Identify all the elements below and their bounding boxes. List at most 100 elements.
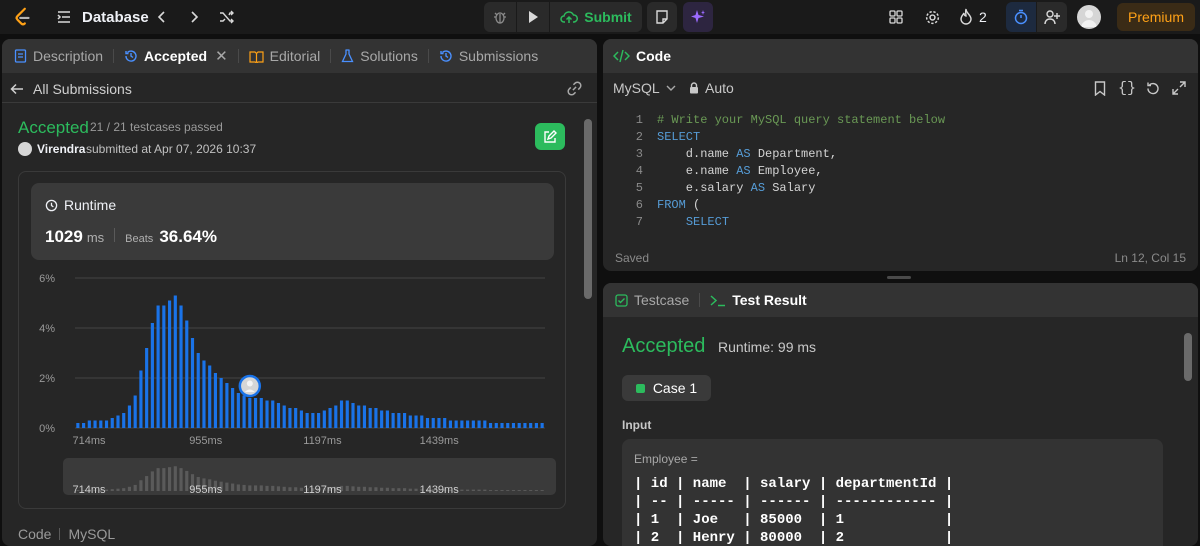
flask-icon	[341, 49, 354, 63]
submit-button[interactable]: Submit	[550, 2, 642, 32]
chart-bar	[122, 413, 126, 428]
case-1-button[interactable]: Case 1	[622, 375, 711, 401]
panel-resize-handle[interactable]	[887, 276, 911, 279]
range-tick-label: 714ms	[72, 484, 106, 495]
prev-problem-button[interactable]	[150, 2, 174, 32]
range-bar	[225, 482, 229, 491]
code-line[interactable]: 3 d.name AS Department,	[603, 146, 1198, 163]
chart-bar	[322, 410, 326, 428]
list-icon	[56, 9, 72, 25]
notes-button[interactable]	[647, 2, 677, 32]
chart-bar	[185, 320, 189, 428]
close-tab-icon[interactable]: ✕	[215, 47, 228, 65]
chart-bar	[374, 408, 378, 428]
bookmark-button[interactable]	[1094, 81, 1106, 101]
runtime-box[interactable]: Runtime 1029 ms Beats 36.64%	[31, 183, 554, 260]
chart-bar	[225, 383, 229, 428]
format-button[interactable]: {}	[1118, 80, 1136, 97]
tab-description[interactable]: Description	[2, 39, 113, 73]
edit-button[interactable]	[535, 123, 565, 150]
code-tabbar: Code	[603, 39, 1198, 73]
tab-label: Test Result	[732, 292, 807, 308]
table-name: Employee =	[634, 452, 698, 466]
reset-button[interactable]	[1145, 81, 1160, 101]
code-text: FROM (	[657, 198, 701, 212]
chevron-down-icon	[666, 85, 676, 91]
code-editor[interactable]: 1 # Write your MySQL query statement belo…	[603, 112, 1198, 237]
tab-solutions[interactable]: Solutions	[331, 39, 428, 73]
range-bar	[534, 490, 538, 491]
tab-submissions[interactable]: Submissions	[429, 39, 548, 73]
divider	[114, 228, 116, 242]
line-number: 2	[635, 130, 643, 144]
back-to-submissions[interactable]: All Submissions	[10, 79, 132, 99]
submitter-name[interactable]: Virendra	[37, 142, 85, 156]
chart-bar	[529, 423, 533, 428]
code-line[interactable]: 5 e.salary AS Salary	[603, 180, 1198, 197]
back-label: All Submissions	[33, 81, 132, 97]
ai-assistant-button[interactable]	[683, 2, 713, 32]
tab-accepted[interactable]: Accepted ✕	[114, 39, 238, 73]
copy-link-button[interactable]	[566, 80, 583, 102]
auto-mode[interactable]: Auto	[689, 80, 734, 96]
code-line[interactable]: 2 SELECT	[603, 129, 1198, 146]
shuffle-icon	[220, 10, 234, 24]
gear-icon	[925, 10, 939, 24]
random-problem-button[interactable]	[214, 2, 240, 32]
debug-button[interactable]	[484, 2, 516, 32]
runtime-range-slider[interactable]: 714ms 955ms 1197ms 1439ms	[19, 455, 567, 495]
chart-bar	[488, 423, 493, 428]
scrollbar[interactable]	[1184, 333, 1192, 381]
tab-testcase[interactable]: Testcase	[603, 283, 699, 317]
range-bar	[253, 485, 258, 491]
layout-button[interactable]	[883, 2, 909, 32]
language-select[interactable]: MySQL	[613, 80, 676, 96]
book-icon	[249, 50, 264, 63]
chart-bar	[196, 353, 200, 428]
range-bar	[150, 471, 154, 491]
chart-bar	[242, 395, 246, 428]
run-button[interactable]	[517, 2, 549, 32]
chart-bar	[294, 408, 298, 428]
history-icon	[440, 50, 452, 62]
chevron-left-icon	[157, 11, 165, 23]
tab-editorial[interactable]: Editorial	[239, 39, 331, 73]
scrollbar[interactable]	[584, 119, 592, 299]
chart-bar	[534, 423, 538, 428]
chart-bar	[299, 410, 303, 428]
chart-bar	[345, 400, 349, 428]
code-line[interactable]: 7 SELECT	[603, 214, 1198, 231]
runtime-distribution-chart[interactable]: 6% 4% 2% 0% 714ms 955ms 1197ms 1439ms	[19, 266, 567, 448]
next-problem-button[interactable]	[182, 2, 206, 32]
leetcode-logo[interactable]	[12, 6, 34, 28]
arrow-left-icon	[10, 83, 23, 95]
chart-bar	[420, 415, 424, 428]
range-bar	[127, 486, 132, 491]
chart-bar	[259, 398, 263, 428]
code-line[interactable]: 6 FROM (	[603, 197, 1198, 214]
play-icon	[529, 11, 538, 23]
marker-avatar-head	[246, 380, 253, 387]
streak-button[interactable]: 2	[958, 2, 987, 32]
avatar[interactable]	[1077, 5, 1101, 29]
invite-button[interactable]	[1037, 2, 1067, 32]
line-number: 1	[635, 113, 643, 127]
code-text: SELECT	[685, 215, 730, 229]
chart-bar	[334, 405, 338, 428]
fire-icon	[960, 8, 972, 25]
chart-bar	[150, 323, 154, 428]
code-line[interactable]: 1 # Write your MySQL query statement belo…	[603, 112, 1198, 129]
range-bar	[466, 489, 470, 491]
y-tick-label: 4%	[39, 323, 55, 335]
code-line[interactable]: 4 e.name AS Employee,	[603, 163, 1198, 180]
settings-button[interactable]	[919, 2, 945, 32]
tab-test-result[interactable]: Test Result	[700, 283, 816, 317]
divider	[59, 528, 61, 540]
problem-list-button[interactable]: Database	[56, 2, 149, 32]
range-bar	[408, 488, 412, 491]
tab-code[interactable]: Code	[603, 39, 681, 73]
range-bar	[231, 483, 235, 491]
timer-button[interactable]	[1006, 2, 1036, 32]
fullscreen-button[interactable]	[1172, 81, 1186, 100]
premium-button[interactable]: Premium	[1117, 3, 1195, 31]
